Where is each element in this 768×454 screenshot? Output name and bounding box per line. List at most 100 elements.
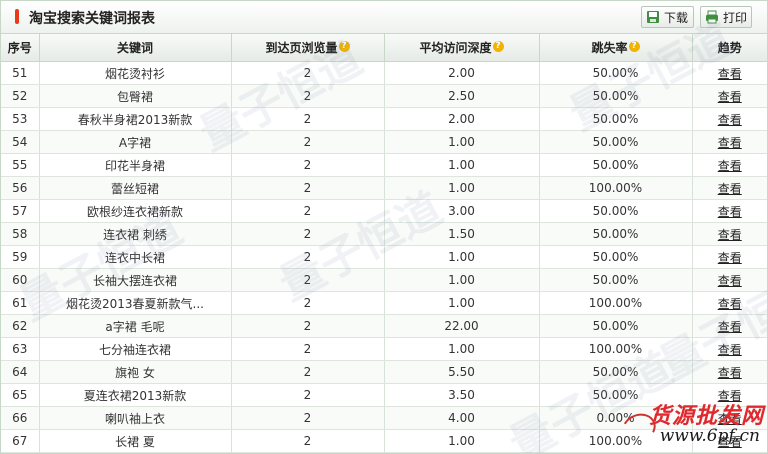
cell-trend: 查看 xyxy=(692,245,767,269)
cell-trend: 查看 xyxy=(692,222,767,246)
cell-seq: 60 xyxy=(1,268,40,292)
cell-page-views: 2 xyxy=(231,176,385,200)
column-header-seq[interactable]: 序号 xyxy=(1,34,40,62)
view-trend-link[interactable]: 查看 xyxy=(718,182,742,196)
view-trend-link[interactable]: 查看 xyxy=(718,320,742,334)
cell-keyword: 蕾丝短裙 xyxy=(39,176,232,200)
table-row: 60 长袖大摆连衣裙 2 1.00 50.00% 查看 xyxy=(1,268,767,292)
cell-keyword: 长袖大摆连衣裙 xyxy=(39,268,232,292)
cell-keyword: 长裙 夏 xyxy=(39,429,232,453)
cell-keyword: a字裙 毛呢 xyxy=(39,314,232,338)
cell-bounce-rate: 50.00% xyxy=(539,153,693,177)
cell-page-views: 2 xyxy=(231,406,385,430)
print-button[interactable]: 打印 xyxy=(700,6,752,28)
view-trend-link[interactable]: 查看 xyxy=(718,113,742,127)
cell-trend: 查看 xyxy=(692,176,767,200)
cell-bounce-rate: 50.00% xyxy=(539,61,693,85)
cell-visit-depth: 2.00 xyxy=(384,107,540,131)
cell-trend: 查看 xyxy=(692,61,767,85)
cell-keyword: 春秋半身裙2013新款 xyxy=(39,107,232,131)
cell-page-views: 2 xyxy=(231,429,385,453)
cell-page-views: 2 xyxy=(231,268,385,292)
cell-bounce-rate: 50.00% xyxy=(539,130,693,154)
table-row: 55 印花半身裙 2 1.00 50.00% 查看 xyxy=(1,153,767,177)
cell-visit-depth: 1.00 xyxy=(384,268,540,292)
column-header-visit-depth[interactable]: 平均访问深度? xyxy=(384,34,540,62)
column-header-keyword[interactable]: 关键词 xyxy=(39,34,232,62)
cell-bounce-rate: 50.00% xyxy=(539,360,693,384)
cell-trend: 查看 xyxy=(692,84,767,108)
view-trend-link[interactable]: 查看 xyxy=(718,205,742,219)
print-label: 打印 xyxy=(723,11,748,25)
report-panel: 淘宝搜索关键词报表 下载 打印 序号 关键词 到达页浏览量 ? 平均访问深度 ?… xyxy=(0,0,768,454)
cell-seq: 67 xyxy=(1,429,40,453)
cell-trend: 查看 xyxy=(692,406,767,430)
cell-seq: 65 xyxy=(1,383,40,407)
cell-visit-depth: 3.00 xyxy=(384,199,540,223)
table-row: 58 连衣裙 刺绣 2 1.50 50.00% 查看 xyxy=(1,222,767,246)
cell-page-views: 2 xyxy=(231,337,385,361)
view-trend-link[interactable]: 查看 xyxy=(718,90,742,104)
cell-visit-depth: 4.00 xyxy=(384,406,540,430)
view-trend-link[interactable]: 查看 xyxy=(718,435,742,449)
table-row: 64 旗袍 女 2 5.50 50.00% 查看 xyxy=(1,360,767,384)
cell-trend: 查看 xyxy=(692,130,767,154)
table-row: 62 a字裙 毛呢 2 22.00 50.00% 查看 xyxy=(1,314,767,338)
table-row: 57 欧根纱连衣裙新款 2 3.00 50.00% 查看 xyxy=(1,199,767,223)
cell-visit-depth: 1.00 xyxy=(384,245,540,269)
cell-seq: 51 xyxy=(1,61,40,85)
view-trend-link[interactable]: 查看 xyxy=(718,366,742,380)
view-trend-link[interactable]: 查看 xyxy=(718,67,742,81)
cell-trend: 查看 xyxy=(692,360,767,384)
cell-bounce-rate: 100.00% xyxy=(539,291,693,315)
table-header-row: 序号 关键词 到达页浏览量? 平均访问深度? 跳失率? 趋势 xyxy=(1,34,767,62)
table-row: 51 烟花烫衬衫 2 2.00 50.00% 查看 xyxy=(1,61,767,85)
cell-keyword: 欧根纱连衣裙新款 xyxy=(39,199,232,223)
cell-seq: 64 xyxy=(1,360,40,384)
title-marker xyxy=(15,9,19,24)
cell-seq: 56 xyxy=(1,176,40,200)
cell-seq: 55 xyxy=(1,153,40,177)
cell-keyword: A字裙 xyxy=(39,130,232,154)
cell-keyword: 烟花烫衬衫 xyxy=(39,61,232,85)
view-trend-link[interactable]: 查看 xyxy=(718,159,742,173)
cell-bounce-rate: 50.00% xyxy=(539,383,693,407)
cell-bounce-rate: 50.00% xyxy=(539,268,693,292)
table-row: 67 长裙 夏 2 1.00 100.00% 查看 xyxy=(1,429,767,453)
column-header-trend: 趋势 xyxy=(692,34,767,62)
download-button[interactable]: 下载 xyxy=(641,6,694,28)
help-icon[interactable]: ? xyxy=(338,41,350,52)
view-trend-link[interactable]: 查看 xyxy=(718,228,742,242)
column-header-page-views[interactable]: 到达页浏览量? xyxy=(231,34,385,62)
cell-keyword: 连衣裙 刺绣 xyxy=(39,222,232,246)
view-trend-link[interactable]: 查看 xyxy=(718,136,742,150)
view-trend-link[interactable]: 查看 xyxy=(718,343,742,357)
table-row: 61 烟花烫2013春夏新款气... 2 1.00 100.00% 查看 xyxy=(1,291,767,315)
help-icon[interactable]: ? xyxy=(628,41,640,52)
column-header-bounce-rate[interactable]: 跳失率? xyxy=(539,34,693,62)
cell-trend: 查看 xyxy=(692,107,767,131)
cell-visit-depth: 1.00 xyxy=(384,337,540,361)
page-title: 淘宝搜索关键词报表 xyxy=(29,11,155,27)
cell-seq: 53 xyxy=(1,107,40,131)
cell-page-views: 2 xyxy=(231,314,385,338)
cell-page-views: 2 xyxy=(231,84,385,108)
view-trend-link[interactable]: 查看 xyxy=(718,412,742,426)
view-trend-link[interactable]: 查看 xyxy=(718,274,742,288)
cell-keyword: 喇叭袖上衣 xyxy=(39,406,232,430)
table-row: 66 喇叭袖上衣 2 4.00 0.00% 查看 xyxy=(1,406,767,430)
download-label: 下载 xyxy=(664,11,689,25)
view-trend-link[interactable]: 查看 xyxy=(718,251,742,265)
cell-seq: 61 xyxy=(1,291,40,315)
help-icon[interactable]: ? xyxy=(492,41,504,52)
cell-seq: 57 xyxy=(1,199,40,223)
cell-trend: 查看 xyxy=(692,153,767,177)
cell-trend: 查看 xyxy=(692,268,767,292)
cell-seq: 62 xyxy=(1,314,40,338)
table-row: 52 包臀裙 2 2.50 50.00% 查看 xyxy=(1,84,767,108)
table-row: 53 春秋半身裙2013新款 2 2.00 50.00% 查看 xyxy=(1,107,767,131)
view-trend-link[interactable]: 查看 xyxy=(718,389,742,403)
cell-trend: 查看 xyxy=(692,337,767,361)
view-trend-link[interactable]: 查看 xyxy=(718,297,742,311)
cell-visit-depth: 22.00 xyxy=(384,314,540,338)
